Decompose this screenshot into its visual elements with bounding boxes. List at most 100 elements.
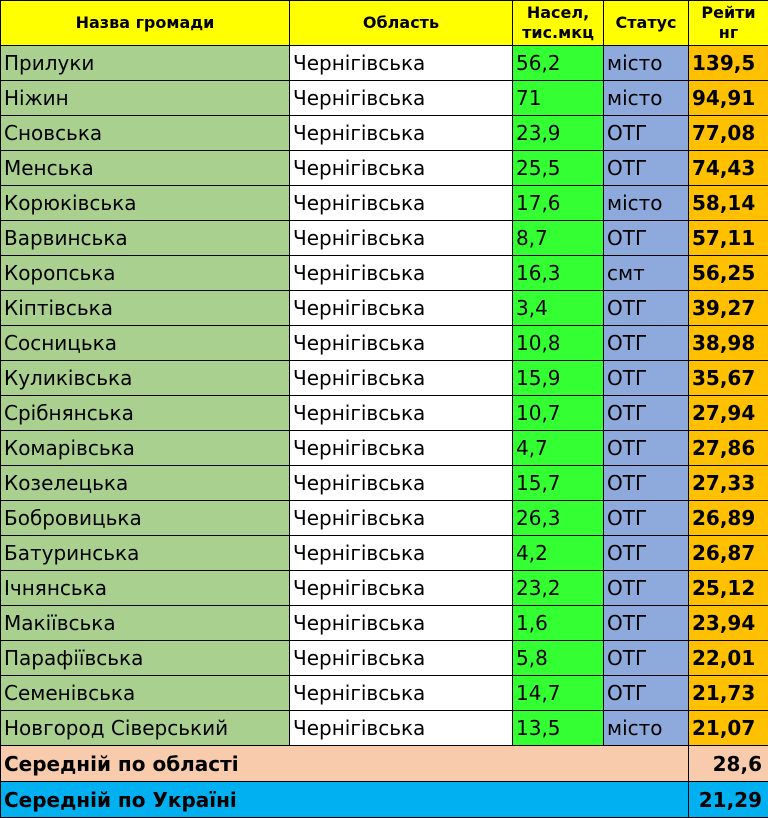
cell-status[interactable]: ОТГ xyxy=(604,431,689,466)
cell-oblast[interactable]: Чернігівська xyxy=(290,396,513,431)
cell-status[interactable]: ОТГ xyxy=(604,151,689,186)
cell-oblast[interactable]: Чернігівська xyxy=(290,81,513,116)
cell-name[interactable]: Куликівська xyxy=(1,361,290,396)
cell-oblast[interactable]: Чернігівська xyxy=(290,46,513,81)
cell-oblast[interactable]: Чернігівська xyxy=(290,676,513,711)
cell-population[interactable]: 4,7 xyxy=(513,431,604,466)
cell-status[interactable]: ОТГ xyxy=(604,326,689,361)
cell-status[interactable]: ОТГ xyxy=(604,501,689,536)
cell-rating[interactable]: 27,33 xyxy=(689,466,768,501)
cell-oblast[interactable]: Чернігівська xyxy=(290,186,513,221)
header-oblast[interactable]: Область xyxy=(290,1,513,46)
avg-oblast-value[interactable]: 28,6 xyxy=(689,746,768,782)
cell-oblast[interactable]: Чернігівська xyxy=(290,536,513,571)
cell-population[interactable]: 16,3 xyxy=(513,256,604,291)
cell-status[interactable]: місто xyxy=(604,186,689,221)
cell-population[interactable]: 23,9 xyxy=(513,116,604,151)
cell-population[interactable]: 4,2 xyxy=(513,536,604,571)
cell-name[interactable]: Комарівська xyxy=(1,431,290,466)
cell-rating[interactable]: 35,67 xyxy=(689,361,768,396)
cell-rating[interactable]: 25,12 xyxy=(689,571,768,606)
cell-population[interactable]: 15,9 xyxy=(513,361,604,396)
header-name[interactable]: Назва громади xyxy=(1,1,290,46)
cell-oblast[interactable]: Чернігівська xyxy=(290,501,513,536)
cell-name[interactable]: Коропська xyxy=(1,256,290,291)
cell-oblast[interactable]: Чернігівська xyxy=(290,151,513,186)
cell-name[interactable]: Ічнянська xyxy=(1,571,290,606)
cell-oblast[interactable]: Чернігівська xyxy=(290,256,513,291)
cell-population[interactable]: 3,4 xyxy=(513,291,604,326)
header-population[interactable]: Насел, тис.мкц xyxy=(513,1,604,46)
cell-rating[interactable]: 94,91 xyxy=(689,81,768,116)
cell-rating[interactable]: 27,94 xyxy=(689,396,768,431)
cell-population[interactable]: 8,7 xyxy=(513,221,604,256)
cell-status[interactable]: ОТГ xyxy=(604,466,689,501)
cell-status[interactable]: ОТГ xyxy=(604,606,689,641)
cell-oblast[interactable]: Чернігівська xyxy=(290,571,513,606)
cell-population[interactable]: 23,2 xyxy=(513,571,604,606)
cell-status[interactable]: ОТГ xyxy=(604,116,689,151)
cell-name[interactable]: Прилуки xyxy=(1,46,290,81)
cell-population[interactable]: 25,5 xyxy=(513,151,604,186)
cell-oblast[interactable]: Чернігівська xyxy=(290,116,513,151)
cell-population[interactable]: 15,7 xyxy=(513,466,604,501)
cell-oblast[interactable]: Чернігівська xyxy=(290,361,513,396)
cell-status[interactable]: смт xyxy=(604,256,689,291)
cell-oblast[interactable]: Чернігівська xyxy=(290,326,513,361)
cell-population[interactable]: 1,6 xyxy=(513,606,604,641)
cell-rating[interactable]: 21,07 xyxy=(689,711,768,746)
cell-rating[interactable]: 26,87 xyxy=(689,536,768,571)
cell-name[interactable]: Сосницька xyxy=(1,326,290,361)
cell-rating[interactable]: 139,5 xyxy=(689,46,768,81)
cell-population[interactable]: 10,7 xyxy=(513,396,604,431)
cell-status[interactable]: ОТГ xyxy=(604,396,689,431)
cell-status[interactable]: ОТГ xyxy=(604,641,689,676)
cell-oblast[interactable]: Чернігівська xyxy=(290,641,513,676)
cell-rating[interactable]: 39,27 xyxy=(689,291,768,326)
avg-oblast-label[interactable]: Середній по області xyxy=(1,746,689,782)
cell-name[interactable]: Срібнянська xyxy=(1,396,290,431)
cell-name[interactable]: Козелецька xyxy=(1,466,290,501)
cell-rating[interactable]: 23,94 xyxy=(689,606,768,641)
cell-name[interactable]: Батуринська xyxy=(1,536,290,571)
cell-population[interactable]: 26,3 xyxy=(513,501,604,536)
cell-oblast[interactable]: Чернігівська xyxy=(290,466,513,501)
cell-status[interactable]: місто xyxy=(604,81,689,116)
cell-rating[interactable]: 21,73 xyxy=(689,676,768,711)
cell-oblast[interactable]: Чернігівська xyxy=(290,711,513,746)
cell-name[interactable]: Менська xyxy=(1,151,290,186)
header-rating[interactable]: Рейти нг xyxy=(689,1,768,46)
cell-name[interactable]: Корюківська xyxy=(1,186,290,221)
cell-name[interactable]: Новгород Сіверський xyxy=(1,711,290,746)
cell-status[interactable]: ОТГ xyxy=(604,221,689,256)
cell-oblast[interactable]: Чернігівська xyxy=(290,431,513,466)
cell-name[interactable]: Кіптівська xyxy=(1,291,290,326)
cell-rating[interactable]: 26,89 xyxy=(689,501,768,536)
cell-name[interactable]: Парафіївська xyxy=(1,641,290,676)
cell-rating[interactable]: 22,01 xyxy=(689,641,768,676)
avg-ukraine-label[interactable]: Середній по Україні xyxy=(1,782,689,818)
cell-status[interactable]: ОТГ xyxy=(604,676,689,711)
cell-name[interactable]: Ніжин xyxy=(1,81,290,116)
cell-rating[interactable]: 57,11 xyxy=(689,221,768,256)
cell-rating[interactable]: 27,86 xyxy=(689,431,768,466)
avg-ukraine-value[interactable]: 21,29 xyxy=(689,782,768,818)
cell-population[interactable]: 71 xyxy=(513,81,604,116)
cell-name[interactable]: Семенівська xyxy=(1,676,290,711)
header-status[interactable]: Статус xyxy=(604,1,689,46)
cell-status[interactable]: місто xyxy=(604,46,689,81)
cell-status[interactable]: ОТГ xyxy=(604,291,689,326)
cell-rating[interactable]: 77,08 xyxy=(689,116,768,151)
cell-population[interactable]: 17,6 xyxy=(513,186,604,221)
cell-population[interactable]: 14,7 xyxy=(513,676,604,711)
cell-rating[interactable]: 38,98 xyxy=(689,326,768,361)
cell-status[interactable]: ОТГ xyxy=(604,571,689,606)
cell-population[interactable]: 56,2 xyxy=(513,46,604,81)
cell-oblast[interactable]: Чернігівська xyxy=(290,221,513,256)
cell-population[interactable]: 5,8 xyxy=(513,641,604,676)
cell-oblast[interactable]: Чернігівська xyxy=(290,291,513,326)
cell-rating[interactable]: 56,25 xyxy=(689,256,768,291)
cell-status[interactable]: ОТГ xyxy=(604,361,689,396)
cell-name[interactable]: Варвинська xyxy=(1,221,290,256)
cell-population[interactable]: 13,5 xyxy=(513,711,604,746)
